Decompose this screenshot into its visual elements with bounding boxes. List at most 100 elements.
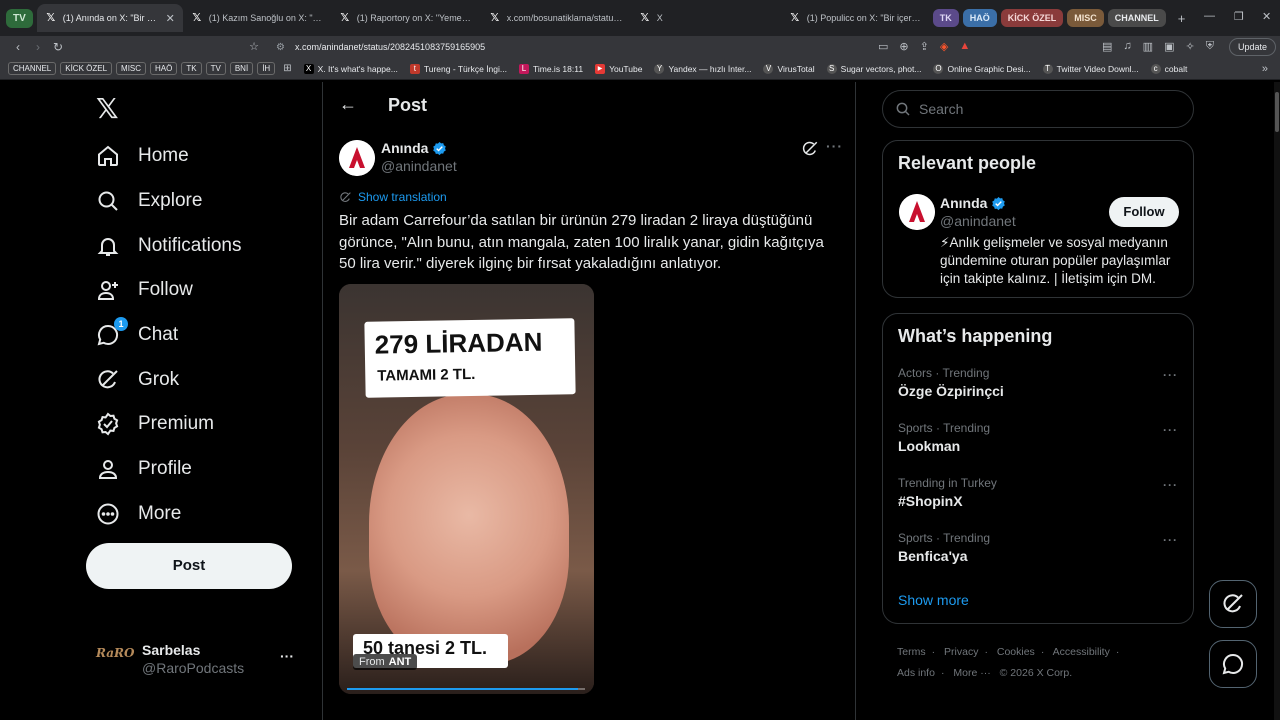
tab-group-channel[interactable]: CHANNEL (1107, 9, 1166, 27)
bookmarks-overflow-icon[interactable]: » (1262, 63, 1268, 75)
browser-tab[interactable]: 𝕏 (1) Kazım Sanoğlu on X: "tanınm (183, 4, 331, 32)
trend-item[interactable]: Sports · Trending Benfica'ya ··· (898, 531, 1178, 564)
author-avatar[interactable] (339, 140, 375, 176)
sidebar-icon[interactable]: ▤ (1102, 40, 1112, 53)
more-options-icon[interactable]: ··· (1163, 368, 1178, 382)
forward-icon[interactable]: › (28, 40, 48, 54)
new-tab-button[interactable]: + (1178, 11, 1186, 26)
more-options-icon[interactable]: ··· (826, 138, 843, 154)
bookmark-link[interactable]: c cobalt (1150, 63, 1187, 74)
tab-group-tv[interactable]: TV (6, 8, 33, 28)
bookmark-folder[interactable]: TK (181, 62, 202, 75)
tab-group-kick-ozel[interactable]: KİCK ÖZEL (1000, 9, 1064, 27)
nav-follow[interactable]: Follow (96, 278, 193, 302)
nav-profile[interactable]: Profile (96, 457, 192, 481)
bookmark-folder[interactable]: CHANNEL (8, 62, 57, 75)
footer-link[interactable]: More ··· (953, 667, 990, 679)
restore-icon[interactable]: ❐ (1234, 10, 1244, 23)
x-logo-icon[interactable]: 𝕏 (96, 92, 119, 125)
brave-shield-icon[interactable]: ◈ (940, 40, 948, 53)
bookmark-folder[interactable]: İH (257, 62, 276, 75)
post-button[interactable]: Post (86, 543, 292, 589)
relevant-handle[interactable]: @anindanet (940, 213, 1016, 229)
show-translation-link[interactable]: Show translation (339, 190, 447, 204)
close-icon[interactable]: ✕ (166, 12, 175, 25)
browser-tab-active[interactable]: 𝕏 (1) Anında on X: "Bir adam C ✕ (36, 4, 183, 32)
video-source-label[interactable]: From ANT (353, 654, 418, 670)
author-name-row[interactable]: Anında (381, 140, 447, 156)
leo-icon[interactable]: ✧ (1185, 40, 1194, 53)
vpn-icon[interactable]: ⛨ (1206, 40, 1214, 53)
nav-more[interactable]: More (96, 502, 181, 526)
apps-grid-icon[interactable]: ⊞ (283, 63, 291, 74)
browser-tab[interactable]: 𝕏 X (631, 4, 781, 32)
site-info-icon[interactable]: ⚙ (276, 42, 285, 53)
author-handle[interactable]: @anindanet (381, 158, 457, 174)
bookmark-link[interactable]: V VirusTotal (763, 63, 815, 74)
browser-tab[interactable]: 𝕏 x.com/bosunatiklama/status/208 (481, 4, 631, 32)
nav-home[interactable]: Home (96, 144, 189, 168)
footer-link[interactable]: Cookies (997, 646, 1035, 658)
reload-icon[interactable]: ↻ (48, 40, 68, 54)
bookmark-link[interactable]: L Time.is 18:11 (519, 63, 583, 74)
zoom-icon[interactable]: ⊕ (899, 40, 908, 53)
more-options-icon[interactable]: ··· (1163, 478, 1178, 492)
wallet-icon[interactable]: ▣ (1164, 40, 1174, 53)
back-icon[interactable]: ‹ (8, 40, 28, 54)
relevant-name-row[interactable]: Anında (940, 195, 1006, 211)
update-button[interactable]: Update (1228, 38, 1276, 56)
relevant-avatar[interactable] (899, 194, 935, 230)
bookmark-star-icon[interactable]: ☆ (244, 40, 264, 53)
bookmark-link[interactable]: t Tureng - Türkçe İngi... (409, 63, 507, 74)
media-icon[interactable]: ♫ (1123, 40, 1131, 53)
account-switcher[interactable]: RaRO Sarbelas @RaroPodcasts ··· (96, 638, 306, 680)
bookmark-folder[interactable]: HAÖ (150, 62, 178, 75)
footer-link[interactable]: Privacy (944, 646, 978, 658)
footer-link[interactable]: Ads info (897, 667, 935, 679)
footer-link[interactable]: Terms (897, 646, 926, 658)
bookmark-link[interactable]: O Online Graphic Desi... (933, 63, 1031, 74)
bookmark-folder[interactable]: TV (205, 62, 226, 75)
bookmark-folder[interactable]: MISC (116, 62, 147, 75)
more-options-icon[interactable]: ··· (1163, 423, 1178, 437)
video-progress-bar[interactable] (347, 688, 585, 690)
cast-icon[interactable]: ▭ (878, 40, 888, 53)
reader-icon[interactable]: ▥ (1143, 40, 1153, 53)
tab-group-hao[interactable]: HAÖ (962, 9, 997, 27)
search-input[interactable]: Search (882, 90, 1194, 128)
browser-tab[interactable]: 𝕏 (1) Raportory on X: "Yemeğini zo (331, 4, 481, 32)
nav-premium[interactable]: Premium (96, 412, 214, 436)
bookmark-folder[interactable]: BNİ (229, 62, 254, 75)
minimize-icon[interactable]: — (1204, 10, 1215, 22)
nav-notifications[interactable]: Notifications (96, 234, 242, 258)
bookmark-link[interactable]: X X. It's what's happe... (303, 63, 398, 74)
footer-link[interactable]: Accessibility (1053, 646, 1110, 658)
trend-item[interactable]: Actors · Trending Özge Özpirinçci ··· (898, 366, 1178, 399)
bookmark-folder[interactable]: KİCK ÖZEL (60, 62, 113, 75)
back-arrow-icon[interactable]: ← (339, 94, 357, 115)
bookmark-link[interactable]: T Twitter Video Downl... (1042, 63, 1139, 74)
close-window-icon[interactable]: ✕ (1262, 10, 1271, 23)
bookmark-link[interactable]: Y Yandex — hızlı İnter... (654, 63, 751, 74)
scrollbar-thumb[interactable] (1275, 92, 1279, 132)
tab-group-misc[interactable]: MISC (1067, 9, 1104, 27)
brave-rewards-icon[interactable]: ▲ (959, 40, 970, 53)
tab-group-tk[interactable]: TK (932, 9, 959, 27)
follow-button[interactable]: Follow (1109, 197, 1179, 227)
trend-item[interactable]: Trending in Turkey #ShopinX ··· (898, 476, 1178, 509)
trend-item[interactable]: Sports · Trending Lookman ··· (898, 421, 1178, 454)
post-video[interactable]: 279 LİRADAN TAMAMI 2 TL. 50 tanesi 2 TL.… (339, 284, 594, 694)
grok-floating-button[interactable] (1209, 580, 1257, 628)
page-scrollbar[interactable] (1274, 82, 1280, 720)
share-icon[interactable]: ⇪ (920, 40, 929, 53)
bookmark-link[interactable]: ▶ YouTube (595, 63, 642, 74)
show-more-link[interactable]: Show more (898, 592, 969, 608)
grok-explain-icon[interactable] (801, 140, 819, 163)
browser-tab[interactable]: 𝕏 (1) Populicc on X: "Bir içerik üreti (781, 4, 929, 32)
nav-grok[interactable]: Grok (96, 368, 179, 392)
more-options-icon[interactable]: ··· (1163, 533, 1178, 547)
messages-floating-button[interactable] (1209, 640, 1257, 688)
nav-explore[interactable]: Explore (96, 189, 202, 213)
bookmark-link[interactable]: S Sugar vectors, phot... (826, 63, 921, 74)
nav-chat[interactable]: 1 Chat (96, 317, 178, 347)
